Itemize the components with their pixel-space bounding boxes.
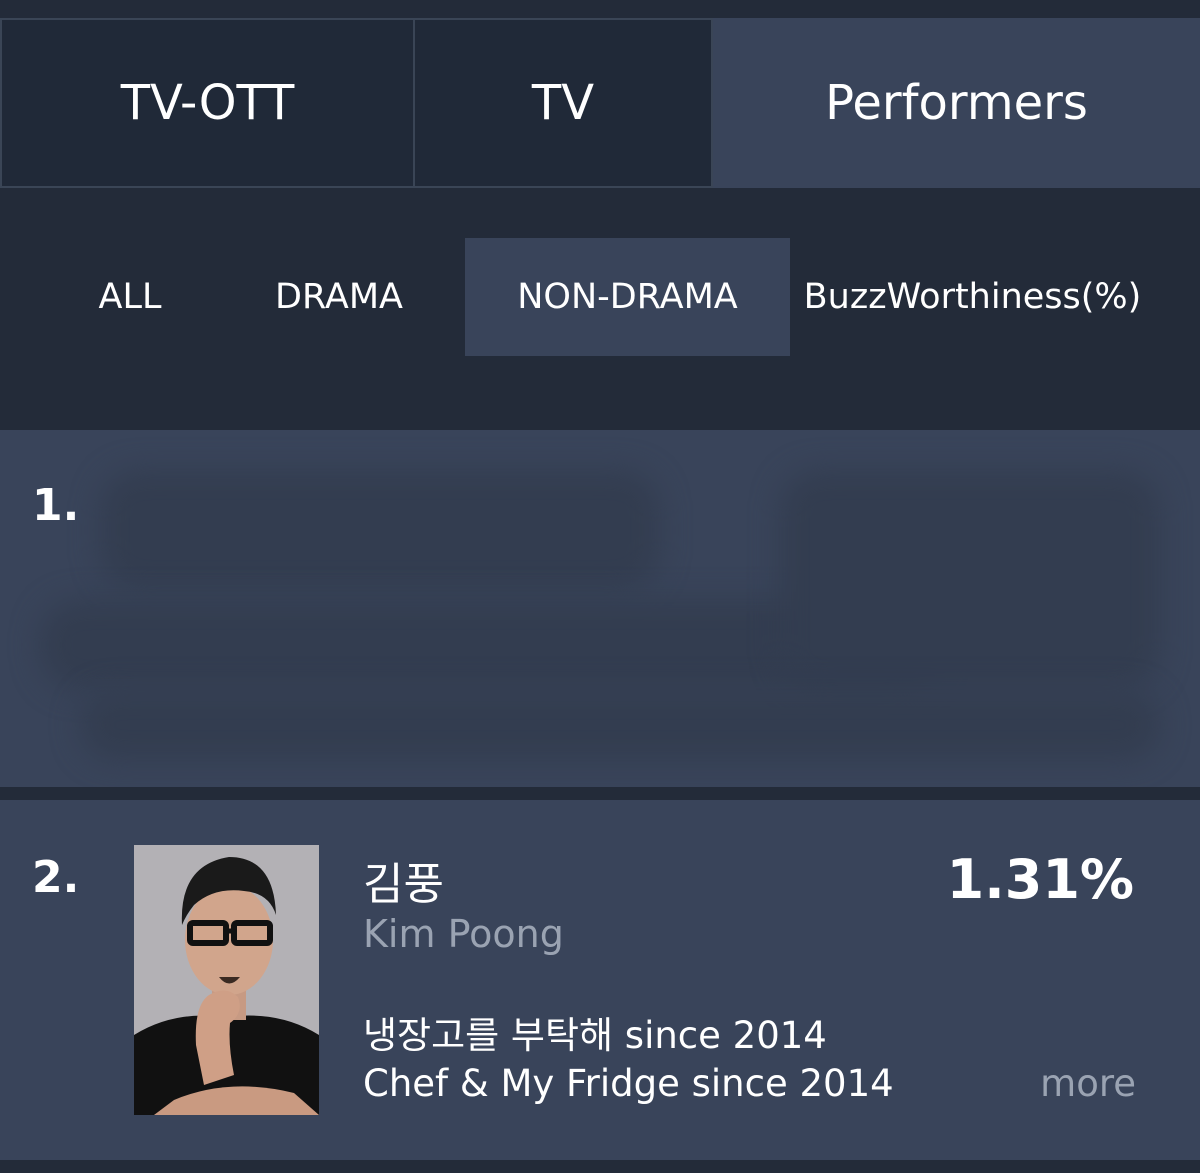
performer-name-korean: 김풍 — [363, 859, 444, 910]
divider — [0, 1160, 1200, 1173]
sub-tabs: ALL DRAMA NON-DRAMA BuzzWorthiness(%) — [0, 188, 1200, 428]
subtab-drama[interactable]: DRAMA — [250, 238, 428, 356]
main-tabs: TV-OTT TV Performers — [0, 18, 1200, 188]
more-link[interactable]: more — [1040, 1062, 1136, 1105]
show-title-english: Chef & My Fridge since 2014 — [363, 1062, 894, 1105]
portrait-icon — [134, 845, 319, 1115]
redacted-content — [780, 470, 1160, 690]
divider — [0, 787, 1200, 800]
rank-number: 2. — [32, 852, 80, 903]
performer-photo[interactable] — [134, 845, 319, 1115]
metric-label: BuzzWorthiness(%) — [803, 277, 1142, 317]
tab-tv-ott[interactable]: TV-OTT — [0, 18, 415, 188]
subtab-all[interactable]: ALL — [60, 238, 200, 356]
subtab-non-drama[interactable]: NON-DRAMA — [465, 238, 790, 356]
show-title-korean: 냉장고를 부탁해 since 2014 — [363, 1014, 827, 1057]
rank-number: 1. — [32, 480, 80, 531]
tab-performers[interactable]: Performers — [713, 18, 1200, 188]
tab-tv[interactable]: TV — [415, 18, 713, 188]
ranking-item-2[interactable]: 2. 김풍 Kim Poong 1.31% 냉장고를 부탁해 since 201… — [0, 800, 1200, 1160]
performer-name-english: Kim Poong — [363, 912, 564, 956]
buzz-percentage: 1.31% — [946, 848, 1134, 911]
redacted-content — [100, 470, 660, 590]
redacted-content — [80, 690, 1160, 760]
top-bar — [0, 0, 1200, 20]
ranking-item-1[interactable]: 1. — [0, 430, 1200, 787]
